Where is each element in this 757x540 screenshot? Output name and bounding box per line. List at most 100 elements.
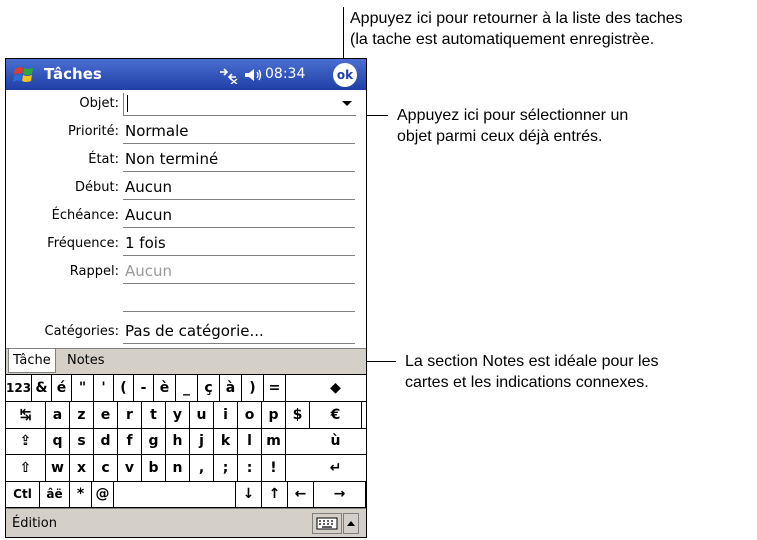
notes-callout: La section Notes est idéale pour les car… bbox=[405, 351, 658, 393]
status-field[interactable]: Non terminé bbox=[123, 149, 355, 172]
key-lparen[interactable]: ( bbox=[114, 375, 134, 401]
field-row-objet: Objet: bbox=[6, 90, 366, 118]
key-n[interactable]: n bbox=[166, 454, 190, 481]
key-dollar[interactable]: $ bbox=[286, 401, 310, 428]
connectivity-icon[interactable] bbox=[217, 66, 239, 84]
key-k[interactable]: k bbox=[214, 428, 238, 455]
key-a-grave[interactable]: à bbox=[220, 375, 242, 401]
subject-callout-line-1: Appuyez ici pour sélectionner un bbox=[397, 107, 629, 124]
key-o[interactable]: o bbox=[238, 401, 262, 428]
key-shift[interactable]: ⇧ bbox=[6, 454, 46, 481]
key-enter[interactable]: ↵ bbox=[286, 455, 366, 481]
key-h[interactable]: h bbox=[166, 428, 190, 455]
field-label: Catégories: bbox=[44, 324, 119, 339]
key-ctl[interactable]: Ctl bbox=[6, 481, 40, 508]
soft-keyboard: 123 & é " '(- è _ ç à) = ◆ ↹ a z e r t y u i o p $ € ⇪ q s d f g h j k l m… bbox=[6, 374, 366, 509]
blank-field[interactable] bbox=[123, 289, 355, 312]
key-space[interactable] bbox=[114, 481, 236, 508]
key-dquote[interactable]: " bbox=[72, 375, 94, 401]
key-equals[interactable]: = bbox=[264, 375, 286, 401]
tab-tache[interactable]: Tâche bbox=[8, 349, 56, 373]
key-at[interactable]: @ bbox=[92, 481, 114, 508]
keyboard-icon bbox=[316, 517, 338, 530]
subject-callout: Appuyez ici pour sélectionner un objet p… bbox=[397, 105, 628, 147]
field-label: Fréquence: bbox=[47, 236, 119, 251]
key-ampersand[interactable]: & bbox=[32, 375, 52, 401]
field-row-debut: Début: Aucun bbox=[6, 174, 366, 202]
field-row-etat: État: Non terminé bbox=[6, 146, 366, 174]
key-asterisk[interactable]: * bbox=[70, 481, 92, 508]
key-q[interactable]: q bbox=[46, 428, 70, 455]
key-p[interactable]: p bbox=[262, 401, 286, 428]
key-e-acute[interactable]: é bbox=[52, 375, 72, 401]
key-u-grave[interactable]: ù bbox=[286, 428, 366, 454]
key-left[interactable]: ← bbox=[288, 481, 314, 508]
due-date-field[interactable]: Aucun bbox=[123, 205, 355, 228]
field-row-frequence: Fréquence: 1 fois bbox=[6, 230, 366, 258]
key-tab[interactable]: ↹ bbox=[6, 401, 46, 428]
priority-field[interactable]: Normale bbox=[123, 121, 355, 144]
key-right[interactable]: → bbox=[314, 481, 366, 508]
field-label: Début: bbox=[75, 180, 119, 195]
dropdown-arrow-icon[interactable] bbox=[342, 101, 352, 106]
key-down[interactable]: ↓ bbox=[236, 481, 262, 508]
key-y[interactable]: y bbox=[166, 401, 190, 428]
key-g[interactable]: g bbox=[142, 428, 166, 455]
field-value: 1 fois bbox=[125, 234, 166, 252]
categories-field[interactable]: Pas de catégorie... bbox=[123, 321, 355, 344]
key-u[interactable]: u bbox=[190, 401, 214, 428]
ok-callout-line-1: Appuyez ici pour retourner à la liste de… bbox=[350, 10, 683, 27]
edit-menu[interactable]: Édition bbox=[12, 516, 57, 531]
key-e-grave[interactable]: è bbox=[154, 375, 176, 401]
key-semicolon[interactable]: ; bbox=[214, 454, 238, 481]
ok-button[interactable]: ok bbox=[333, 63, 357, 87]
key-underscore[interactable]: _ bbox=[176, 375, 198, 401]
reminder-field[interactable]: Aucun bbox=[123, 261, 355, 284]
key-comma[interactable]: , bbox=[190, 454, 214, 481]
key-dash[interactable]: - bbox=[134, 375, 154, 401]
key-z[interactable]: z bbox=[70, 401, 94, 428]
key-caps[interactable]: ⇪ bbox=[6, 428, 46, 455]
keyboard-row: Ctl âë * @ ↓ ↑ ← → bbox=[6, 481, 366, 509]
key-i[interactable]: i bbox=[214, 401, 238, 428]
key-123[interactable]: 123 bbox=[6, 375, 32, 401]
windows-start-icon[interactable] bbox=[12, 63, 36, 87]
key-x[interactable]: x bbox=[70, 454, 94, 481]
recurrence-field[interactable]: 1 fois bbox=[123, 233, 355, 256]
key-up[interactable]: ↑ bbox=[262, 481, 288, 508]
key-exclaim[interactable]: ! bbox=[262, 454, 286, 481]
key-b[interactable]: b bbox=[142, 454, 166, 481]
input-method-arrow[interactable] bbox=[343, 513, 359, 534]
key-euro[interactable]: € bbox=[310, 401, 362, 428]
key-backspace[interactable]: ◆ bbox=[286, 375, 366, 401]
key-accents[interactable]: âë bbox=[40, 481, 70, 508]
key-r[interactable]: r bbox=[118, 401, 142, 428]
key-rparen[interactable]: ) bbox=[242, 375, 264, 401]
subject-input[interactable] bbox=[123, 93, 356, 116]
key-j[interactable]: j bbox=[190, 428, 214, 455]
key-s[interactable]: s bbox=[70, 428, 94, 455]
key-m[interactable]: m bbox=[262, 428, 286, 455]
key-l[interactable]: l bbox=[238, 428, 262, 455]
input-panel-button[interactable] bbox=[312, 513, 342, 534]
field-row-rappel: Rappel: Aucun bbox=[6, 258, 366, 286]
volume-icon[interactable] bbox=[243, 66, 263, 84]
clock[interactable]: 08:34 bbox=[265, 66, 305, 82]
key-w[interactable]: w bbox=[46, 454, 70, 481]
key-c[interactable]: c bbox=[94, 454, 118, 481]
key-e[interactable]: e bbox=[94, 401, 118, 428]
key-d[interactable]: d bbox=[94, 428, 118, 455]
key-colon[interactable]: : bbox=[238, 454, 262, 481]
field-label: Priorité: bbox=[68, 124, 119, 139]
tab-notes[interactable]: Notes bbox=[63, 349, 109, 373]
keyboard-row: ↹ a z e r t y u i o p $ € bbox=[6, 401, 366, 429]
notes-callout-line-2: cartes et les indications connexes. bbox=[405, 374, 649, 391]
app-title: Tâches bbox=[44, 65, 102, 83]
key-f[interactable]: f bbox=[118, 428, 142, 455]
key-v[interactable]: v bbox=[118, 454, 142, 481]
key-quote[interactable]: ' bbox=[94, 375, 114, 401]
key-t[interactable]: t bbox=[142, 401, 166, 428]
key-c-cedilla[interactable]: ç bbox=[198, 375, 220, 401]
start-date-field[interactable]: Aucun bbox=[123, 177, 355, 200]
key-a[interactable]: a bbox=[46, 401, 70, 428]
